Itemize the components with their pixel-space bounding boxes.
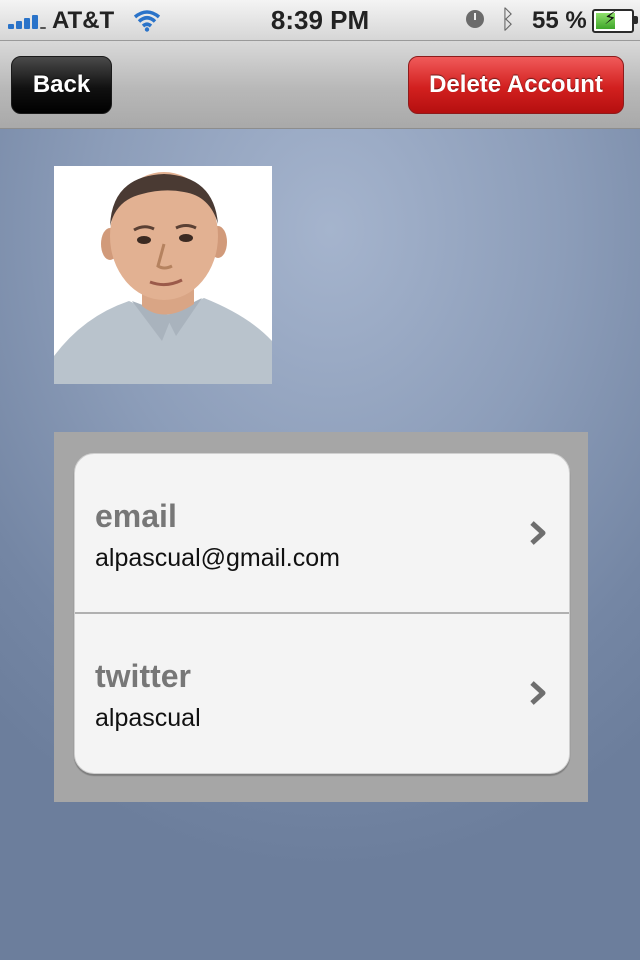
delete-account-button[interactable]: Delete Account <box>408 56 624 114</box>
twitter-label: twitter <box>95 658 191 694</box>
status-bar: AT&T 8:39 PM ᛒ 55 % ⚡ <box>0 0 640 41</box>
twitter-row[interactable]: twitter alpascual <box>75 614 569 772</box>
chevron-right-icon <box>530 521 546 545</box>
chevron-right-icon <box>530 681 546 705</box>
email-row[interactable]: email alpascual@gmail.com <box>75 454 569 614</box>
bluetooth-icon: ᛒ <box>500 4 516 34</box>
clock-icon <box>466 10 484 28</box>
profile-details-panel: email alpascual@gmail.com twitter alpasc… <box>54 432 588 802</box>
email-label: email <box>95 498 177 534</box>
battery-percent: 55 % <box>532 7 587 34</box>
profile-photo <box>54 166 272 384</box>
battery-icon: ⚡ <box>592 8 638 33</box>
navigation-bar: Back Delete Account <box>0 41 640 129</box>
avatar <box>54 166 272 384</box>
twitter-value: alpascual <box>95 704 201 732</box>
back-button[interactable]: Back <box>11 56 112 114</box>
email-value: alpascual@gmail.com <box>95 544 340 572</box>
profile-fields-table: email alpascual@gmail.com twitter alpasc… <box>74 453 570 774</box>
